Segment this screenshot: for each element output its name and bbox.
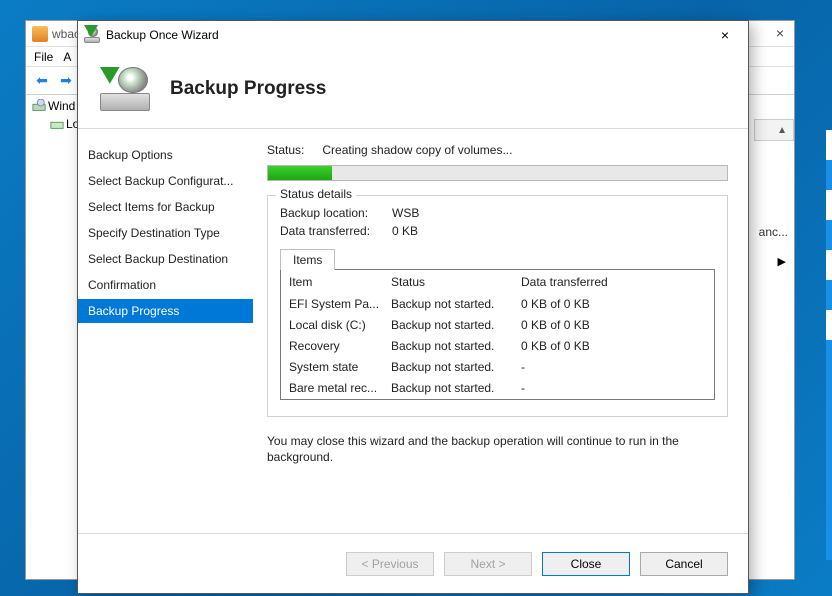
cell-c1: Bare metal rec... — [289, 380, 391, 397]
backup-location-value: WSB — [392, 206, 419, 220]
mmc-close-icon[interactable]: × — [776, 25, 784, 41]
status-details-group: Status details Backup location: WSB Data… — [267, 195, 728, 417]
next-button: Next > — [444, 552, 532, 576]
grid-header: Item Status Data transferred — [281, 270, 714, 294]
page-title: Backup Progress — [170, 78, 326, 100]
step-backup-options[interactable]: Backup Options — [78, 143, 253, 167]
col-item[interactable]: Item — [289, 275, 391, 289]
cell-c3: 0 KB of 0 KB — [521, 317, 706, 334]
wizard-buttons: < Previous Next > Close Cancel — [78, 533, 748, 593]
tree-root-icon — [32, 99, 46, 113]
wizard-close-icon[interactable]: × — [708, 27, 742, 43]
cell-c1: Local disk (C:) — [289, 317, 391, 334]
menu-action[interactable]: A — [63, 50, 71, 64]
cell-c3: - — [521, 359, 706, 376]
menu-file[interactable]: File — [34, 50, 53, 64]
progress-bar — [267, 165, 728, 181]
wizard-titlebar[interactable]: Backup Once Wizard × — [78, 21, 748, 49]
actions-submenu-icon[interactable]: ▶ — [778, 255, 786, 268]
tab-items[interactable]: Items — [280, 249, 335, 270]
cell-c3: 0 KB of 0 KB — [521, 338, 706, 355]
table-row[interactable]: RecoveryBackup not started.0 KB of 0 KB — [281, 336, 714, 357]
close-note: You may close this wizard and the backup… — [267, 433, 728, 465]
mmc-title: wbac — [52, 27, 80, 41]
progress-bar-fill — [268, 166, 332, 180]
cell-c1: EFI System Pa... — [289, 296, 391, 313]
cell-c2: Backup not started. — [391, 338, 521, 355]
backup-location-label: Backup location: — [280, 206, 392, 220]
step-destination-type[interactable]: Specify Destination Type — [78, 221, 253, 245]
table-row[interactable]: Bare metal rec...Backup not started.- — [281, 378, 714, 399]
items-grid: Item Status Data transferred EFI System … — [280, 269, 715, 400]
data-transferred-value: 0 KB — [392, 224, 418, 238]
actions-panel-header: ▲ — [754, 119, 794, 141]
tree-node-child[interactable]: Lo — [32, 115, 79, 133]
wizard-header-icon — [100, 67, 150, 111]
cell-c1: Recovery — [289, 338, 391, 355]
table-row[interactable]: EFI System Pa...Backup not started.0 KB … — [281, 294, 714, 315]
status-label: Status: — [267, 143, 304, 157]
col-data-transferred[interactable]: Data transferred — [521, 275, 706, 289]
cell-c3: - — [521, 380, 706, 397]
tree-child-icon — [50, 117, 64, 131]
cell-c2: Backup not started. — [391, 380, 521, 397]
close-button[interactable]: Close — [542, 552, 630, 576]
backup-once-wizard: Backup Once Wizard × Backup Progress Bac… — [77, 20, 749, 594]
wizard-header: Backup Progress — [78, 49, 748, 129]
tree-node-root[interactable]: Wind — [32, 97, 79, 115]
wizard-title-icon — [84, 27, 100, 43]
cell-c1: System state — [289, 359, 391, 376]
nav-forward-icon[interactable]: ➡ — [56, 71, 76, 91]
status-details-label: Status details — [276, 187, 356, 201]
step-select-destination[interactable]: Select Backup Destination — [78, 247, 253, 271]
table-row[interactable]: System stateBackup not started.- — [281, 357, 714, 378]
wizard-content: Status: Creating shadow copy of volumes.… — [253, 129, 748, 533]
previous-button: < Previous — [346, 552, 434, 576]
actions-item[interactable]: anc... — [759, 225, 788, 239]
cancel-button[interactable]: Cancel — [640, 552, 728, 576]
col-status[interactable]: Status — [391, 275, 521, 289]
step-select-items[interactable]: Select Items for Backup — [78, 195, 253, 219]
taskbar-edge-accent — [826, 130, 832, 560]
status-value: Creating shadow copy of volumes... — [322, 143, 512, 157]
step-backup-progress[interactable]: Backup Progress — [78, 299, 253, 323]
cell-c2: Backup not started. — [391, 296, 521, 313]
step-select-config[interactable]: Select Backup Configurat... — [78, 169, 253, 193]
cell-c2: Backup not started. — [391, 359, 521, 376]
cell-c2: Backup not started. — [391, 317, 521, 334]
wizard-title: Backup Once Wizard — [106, 28, 219, 42]
table-row[interactable]: Local disk (C:)Backup not started.0 KB o… — [281, 315, 714, 336]
step-confirmation[interactable]: Confirmation — [78, 273, 253, 297]
mmc-app-icon — [32, 26, 48, 42]
cell-c3: 0 KB of 0 KB — [521, 296, 706, 313]
collapse-up-icon[interactable]: ▲ — [777, 125, 787, 136]
data-transferred-label: Data transferred: — [280, 224, 392, 238]
wizard-steps: Backup Options Select Backup Configurat.… — [78, 129, 253, 533]
mmc-tree: Wind Lo — [32, 97, 79, 133]
nav-back-icon[interactable]: ⬅ — [32, 71, 52, 91]
